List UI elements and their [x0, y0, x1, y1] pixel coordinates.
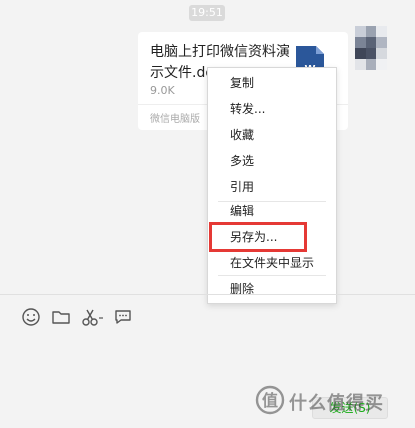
- file-source-label: 微信电脑版: [150, 114, 200, 125]
- watermark: 值 什么值得买: [255, 383, 410, 417]
- watermark-text: 什么值得买: [289, 393, 384, 414]
- context-menu: 复制 转发... 收藏 多选 引用 编辑 另存为... 在文件夹中显示 删除: [207, 67, 337, 304]
- scissors-icon[interactable]: [81, 307, 105, 327]
- input-toolbar-divider: [0, 294, 415, 295]
- menu-item-copy[interactable]: 复制: [208, 71, 336, 95]
- message-timestamp: 19:51: [189, 5, 225, 21]
- watermark-logo-icon: 值: [255, 385, 285, 415]
- folder-icon[interactable]: [51, 307, 71, 327]
- menu-item-favorite[interactable]: 收藏: [208, 123, 336, 147]
- emoji-icon[interactable]: [21, 307, 41, 327]
- menu-item-quote[interactable]: 引用: [208, 175, 336, 199]
- file-size: 9.0K: [150, 84, 175, 97]
- menu-item-edit[interactable]: 编辑: [208, 199, 336, 223]
- save-as-highlight-annotation: [209, 222, 307, 252]
- menu-item-multiselect[interactable]: 多选: [208, 149, 336, 173]
- menu-item-delete[interactable]: 删除: [208, 277, 336, 301]
- svg-text:值: 值: [262, 391, 278, 410]
- menu-separator: [218, 275, 326, 276]
- avatar[interactable]: [355, 26, 387, 70]
- chat-bubble-icon[interactable]: [113, 307, 133, 327]
- menu-item-forward[interactable]: 转发...: [208, 97, 336, 121]
- menu-item-show-in-folder[interactable]: 在文件夹中显示: [208, 251, 336, 275]
